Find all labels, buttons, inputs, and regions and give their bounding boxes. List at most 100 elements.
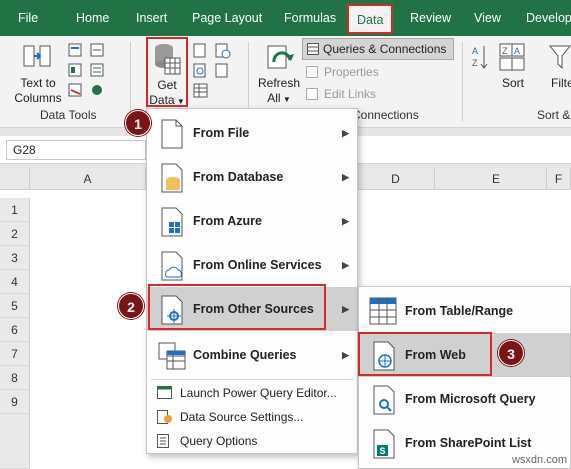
text-to-columns-icon xyxy=(23,45,51,67)
name-box[interactable]: G28 xyxy=(6,140,146,160)
text-to-columns-label-1: Text to xyxy=(20,76,56,90)
data-tools-small-icons xyxy=(68,43,82,97)
microsoft-query-icon xyxy=(373,385,395,415)
file-icon xyxy=(161,119,183,149)
svg-text:Z: Z xyxy=(502,46,508,56)
chevron-right-icon: ▶ xyxy=(342,128,349,138)
menu-divider xyxy=(151,379,353,380)
get-data-menu: From File ▶ From Database ▶ From Azure ▶… xyxy=(146,108,358,454)
step-badge-2: 2 xyxy=(118,293,144,319)
queries-connections-icon xyxy=(307,43,319,55)
tab-review[interactable]: Review xyxy=(410,0,451,36)
combine-queries-icon xyxy=(158,342,186,370)
tab-home[interactable]: Home xyxy=(76,0,109,36)
column-header[interactable]: D xyxy=(357,168,435,190)
queries-connections-button[interactable]: Queries & Connections xyxy=(302,38,454,60)
tab-developer[interactable]: Develop xyxy=(526,0,571,36)
row-header[interactable]: 1 xyxy=(0,198,30,222)
chevron-down-icon: ▼ xyxy=(280,95,291,104)
data-tools-small-icons-2 xyxy=(90,43,104,95)
filter-button[interactable]: Filte xyxy=(551,76,571,91)
menu-item-from-database[interactable]: From Database ▶ xyxy=(147,155,357,199)
chevron-right-icon: ▶ xyxy=(342,260,349,270)
tab-data[interactable]: Data xyxy=(347,4,394,34)
chevron-right-icon: ▶ xyxy=(342,172,349,182)
menu-item-data-source-settings[interactable]: Data Source Settings... xyxy=(147,405,357,429)
menu-item-label: Query Options xyxy=(180,434,258,448)
database-icon xyxy=(155,44,181,75)
column-header[interactable]: F xyxy=(547,168,571,190)
refresh-all-label-text: All xyxy=(267,91,281,105)
submenu-item-from-microsoft-query[interactable]: From Microsoft Query xyxy=(359,377,570,421)
svg-text:A: A xyxy=(472,46,478,56)
from-other-sources-highlight xyxy=(148,284,326,330)
edit-links-icon xyxy=(306,88,318,100)
get-data-button[interactable]: Get Data ▼ xyxy=(147,78,187,109)
power-query-editor-icon xyxy=(157,386,172,399)
azure-icon xyxy=(161,207,183,237)
refresh-all-label-2: All ▼ xyxy=(255,91,303,107)
filter-icon xyxy=(548,45,571,70)
refresh-all-label-1: Refresh xyxy=(257,76,301,90)
row-header[interactable]: 5 xyxy=(0,294,30,318)
tab-insert[interactable]: Insert xyxy=(136,0,167,36)
properties-icon xyxy=(306,66,318,78)
refresh-icon xyxy=(267,45,294,69)
menu-item-query-options[interactable]: Query Options xyxy=(147,429,357,453)
get-data-label-2: Data ▼ xyxy=(147,93,187,109)
column-header[interactable]: E xyxy=(435,168,547,190)
menu-item-launch-power-query-editor[interactable]: Launch Power Query Editor... xyxy=(147,381,357,405)
menu-item-label: From Azure xyxy=(193,214,262,228)
row-header[interactable]: 8 xyxy=(0,366,30,390)
tab-page-layout[interactable]: Page Layout xyxy=(192,0,262,36)
connections-group-label: Connections xyxy=(352,108,419,122)
tab-view[interactable]: View xyxy=(474,0,501,36)
query-options-icon xyxy=(157,434,169,448)
svg-text:Z: Z xyxy=(472,58,478,68)
text-to-columns-label-2: Columns xyxy=(14,91,62,105)
row-header[interactable]: 3 xyxy=(0,246,30,270)
ribbon-tab-bar: File Home Insert Page Layout Formulas Da… xyxy=(0,0,571,36)
submenu-item-label: From Microsoft Query xyxy=(405,392,536,406)
sharepoint-icon: S xyxy=(373,429,395,459)
row-header[interactable]: 7 xyxy=(0,342,30,366)
refresh-all-button[interactable]: Refresh All ▼ xyxy=(255,76,303,107)
menu-item-from-online-services[interactable]: From Online Services ▶ xyxy=(147,243,357,287)
row-header[interactable]: 4 xyxy=(0,270,30,294)
table-range-icon xyxy=(369,297,397,325)
sort-button[interactable]: Sort xyxy=(496,76,530,91)
chevron-down-icon: ▼ xyxy=(174,97,185,106)
row-header[interactable]: 6 xyxy=(0,318,30,342)
menu-item-label: From File xyxy=(193,126,250,140)
submenu-item-from-table-range[interactable]: From Table/Range xyxy=(359,289,570,333)
tab-formulas[interactable]: Formulas xyxy=(284,0,336,36)
sort-icon: Z A xyxy=(499,43,525,71)
row-header[interactable]: 9 xyxy=(0,390,30,414)
queries-connections-label: Queries & Connections xyxy=(323,42,447,56)
menu-item-combine-queries[interactable]: Combine Queries ▶ xyxy=(147,333,357,377)
recent-sources-icons xyxy=(215,43,231,78)
tab-file[interactable]: File xyxy=(18,0,38,36)
svg-text:S: S xyxy=(380,446,386,456)
get-transform-small-icons xyxy=(193,43,208,98)
menu-item-from-file[interactable]: From File ▶ xyxy=(147,111,357,155)
menu-item-label: From Online Services xyxy=(193,258,322,272)
menu-item-from-azure[interactable]: From Azure ▶ xyxy=(147,199,357,243)
column-header[interactable]: A xyxy=(30,168,146,190)
row-header[interactable]: 2 xyxy=(0,222,30,246)
data-tools-group-label: Data Tools xyxy=(40,108,97,122)
chevron-right-icon: ▶ xyxy=(342,350,349,360)
get-data-label-1: Get xyxy=(157,78,177,92)
sort-filter-group-label: Sort & xyxy=(537,108,571,122)
properties-button[interactable]: Properties xyxy=(306,62,379,82)
text-to-columns-button[interactable]: Text to Columns xyxy=(10,76,66,106)
properties-label: Properties xyxy=(324,65,379,79)
select-all-corner[interactable] xyxy=(0,168,30,190)
cloud-icon xyxy=(161,251,183,281)
get-data-label-text: Data xyxy=(149,93,175,107)
step-badge-1: 1 xyxy=(125,110,151,136)
edit-links-button[interactable]: Edit Links xyxy=(306,84,376,104)
svg-text:A: A xyxy=(514,46,520,56)
chevron-right-icon: ▶ xyxy=(342,304,349,314)
step-badge-3: 3 xyxy=(498,340,524,366)
